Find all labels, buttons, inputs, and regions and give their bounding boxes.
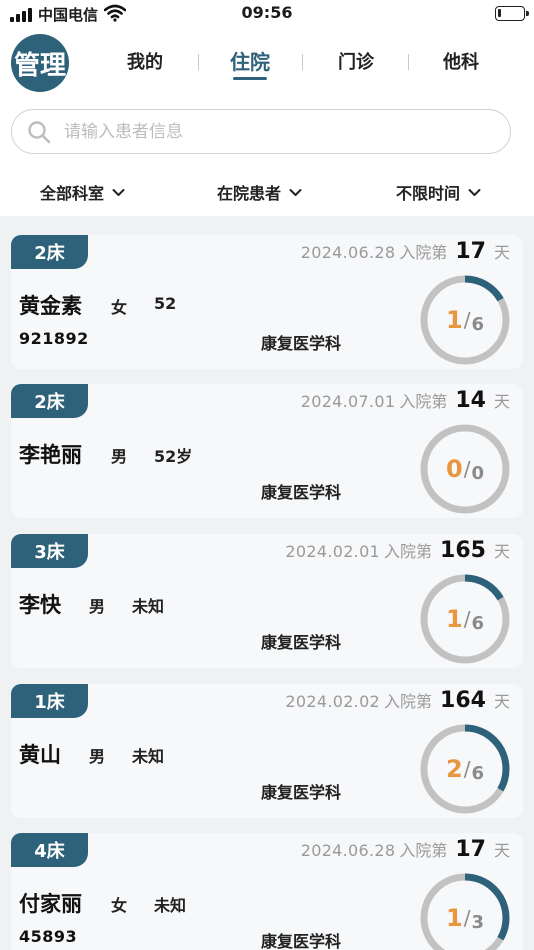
patient-age: 52岁	[154, 447, 193, 466]
admission-prefix: 入院第	[399, 392, 448, 411]
admission-date: 2024.02.02	[285, 692, 381, 711]
patient-gender: 女	[111, 298, 128, 317]
admission-info: 2024.02.02 入院第 164 天	[285, 688, 510, 713]
patient-gender: 男	[89, 747, 106, 766]
bed-badge: 2床	[11, 235, 88, 269]
patient-gender: 男	[111, 447, 128, 466]
patient-gender: 女	[111, 896, 128, 915]
progress-total: 6	[471, 313, 484, 335]
admission-days: 17	[455, 837, 486, 862]
tab-outpatient[interactable]: 门诊	[338, 48, 374, 74]
progress-ring: 1 / 6	[418, 572, 512, 666]
admission-info: 2024.02.01 入院第 165 天	[285, 538, 510, 563]
patient-name: 黄山	[19, 743, 61, 767]
progress-done: 0	[446, 455, 463, 483]
progress-ring: 0 / 0	[418, 422, 512, 516]
admission-days: 17	[455, 239, 486, 264]
admission-date: 2024.02.01	[285, 542, 381, 561]
progress-total: 0	[471, 462, 484, 484]
day-unit: 天	[493, 841, 510, 860]
progress-total: 6	[471, 762, 484, 784]
filter-time-label: 不限时间	[396, 184, 461, 203]
tab-inpatient[interactable]: 住院	[230, 46, 270, 75]
bed-badge: 2床	[11, 384, 88, 418]
patient-name: 黄金素	[19, 294, 82, 318]
chevron-down-icon	[112, 188, 125, 196]
filter-patient-status-label: 在院患者	[217, 184, 282, 203]
filter-department[interactable]: 全部科室	[40, 180, 125, 204]
tab-mine[interactable]: 我的	[127, 48, 163, 74]
patient-department: 康复医学科	[261, 483, 342, 502]
progress-done: 1	[446, 605, 463, 633]
search-icon	[28, 121, 51, 144]
patient-gender: 男	[89, 597, 106, 616]
filter-department-label: 全部科室	[40, 184, 105, 203]
day-unit: 天	[493, 692, 510, 711]
patient-card[interactable]: 3床 2024.02.01 入院第 165 天 李快 男 未知 康复医学科 1 …	[11, 534, 523, 668]
patient-card[interactable]: 1床 2024.02.02 入院第 164 天 黄山 男 未知 康复医学科 2 …	[11, 684, 523, 818]
day-unit: 天	[493, 392, 510, 411]
patient-id: 45893	[19, 927, 78, 946]
admission-prefix: 入院第	[384, 542, 433, 561]
progress-done: 2	[446, 755, 463, 783]
patient-age: 未知	[132, 747, 165, 766]
top-panel: 中国电信 09:56 管理 我的 住院 门诊 他科 全部科室 在院患者	[0, 0, 534, 216]
tab-divider	[302, 54, 303, 70]
chevron-down-icon	[468, 188, 481, 196]
admission-info: 2024.06.28 入院第 17 天	[301, 837, 510, 862]
chevron-down-icon	[289, 188, 302, 196]
patient-id: 921892	[19, 329, 89, 348]
search-input[interactable]	[64, 118, 484, 146]
patient-name: 李快	[19, 593, 61, 617]
progress-ring: 1 / 3	[418, 871, 512, 950]
patient-age: 未知	[132, 597, 165, 616]
patient-name: 付家丽	[19, 892, 82, 916]
bed-badge: 1床	[11, 684, 88, 718]
patient-card[interactable]: 2床 2024.06.28 入院第 17 天 黄金素 女 52 921892 康…	[11, 235, 523, 369]
patient-department: 康复医学科	[261, 932, 342, 950]
status-bar: 中国电信 09:56	[0, 0, 534, 28]
bed-badge: 4床	[11, 833, 88, 867]
day-unit: 天	[493, 243, 510, 262]
admission-days: 165	[440, 538, 486, 563]
patient-card[interactable]: 4床 2024.06.28 入院第 17 天 付家丽 女 未知 45893 康复…	[11, 833, 523, 950]
bed-badge: 3床	[11, 534, 88, 568]
admission-prefix: 入院第	[399, 243, 448, 262]
patient-name: 李艳丽	[19, 443, 82, 467]
admission-days: 164	[440, 688, 486, 713]
admission-days: 14	[455, 388, 486, 413]
progress-total: 6	[471, 612, 484, 634]
tab-other-dept[interactable]: 他科	[443, 48, 479, 74]
patient-department: 康复医学科	[261, 633, 342, 652]
progress-done: 1	[446, 306, 463, 334]
patient-age: 未知	[154, 896, 187, 915]
admission-info: 2024.06.28 入院第 17 天	[301, 239, 510, 264]
progress-ring: 2 / 6	[418, 722, 512, 816]
progress-ring: 1 / 6	[418, 273, 512, 367]
admission-info: 2024.07.01 入院第 14 天	[301, 388, 510, 413]
progress-done: 1	[446, 904, 463, 932]
patient-department: 康复医学科	[261, 783, 342, 802]
avatar[interactable]: 管理	[11, 34, 69, 92]
admission-date: 2024.06.28	[300, 841, 396, 860]
admission-date: 2024.07.01	[300, 392, 396, 411]
admission-date: 2024.06.28	[300, 243, 396, 262]
day-unit: 天	[493, 542, 510, 561]
search-bar[interactable]	[11, 109, 511, 154]
tab-divider	[408, 54, 409, 70]
tab-divider	[198, 54, 199, 70]
patient-age: 52	[154, 294, 177, 313]
filter-patient-status[interactable]: 在院患者	[217, 180, 302, 204]
progress-total: 3	[471, 911, 484, 933]
battery-icon	[495, 6, 529, 21]
admission-prefix: 入院第	[384, 692, 433, 711]
status-time: 09:56	[241, 3, 293, 22]
patient-card[interactable]: 2床 2024.07.01 入院第 14 天 李艳丽 男 52岁 康复医学科 0…	[11, 384, 523, 518]
admission-prefix: 入院第	[399, 841, 448, 860]
filter-time[interactable]: 不限时间	[396, 180, 481, 204]
patient-department: 康复医学科	[261, 334, 342, 353]
active-tab-indicator	[233, 77, 267, 80]
